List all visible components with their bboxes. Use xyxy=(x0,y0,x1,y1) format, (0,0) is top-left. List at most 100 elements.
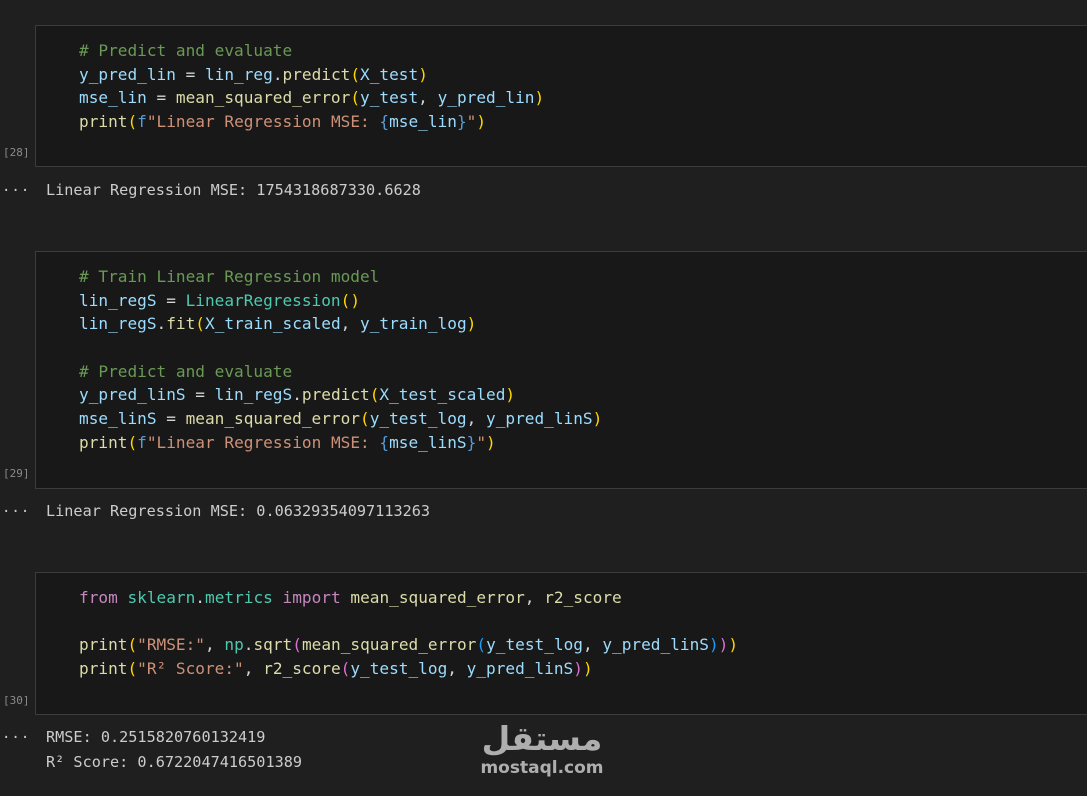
code-token: mse_linS xyxy=(389,432,467,452)
output-line: RMSE: 0.2515820760132419 xyxy=(46,728,266,746)
execution-count-29: [29] xyxy=(3,467,30,480)
code-token: f xyxy=(137,112,147,132)
mostaql-watermark: مستقل mostaql.com xyxy=(472,720,612,782)
code-token: print xyxy=(79,432,128,452)
code-line: # Predict and evaluate xyxy=(79,360,602,384)
code-token: ( xyxy=(127,635,138,655)
code-token: ( xyxy=(369,385,380,405)
code-editor-29[interactable]: # Train Linear Regression model lin_regS … xyxy=(79,265,602,455)
code-token: r2_score xyxy=(263,659,341,679)
code-token: () xyxy=(340,290,361,310)
code-token: lin_regS xyxy=(79,290,157,310)
code-token: print xyxy=(79,659,128,679)
code-token: "Linear Regression MSE: xyxy=(146,432,380,452)
code-token: y_train_log xyxy=(360,314,467,334)
code-token: X_train_scaled xyxy=(205,314,341,334)
code-token: . xyxy=(292,385,302,405)
cell-output-28: Linear Regression MSE: 1754318687330.662… xyxy=(46,178,421,203)
output-line: Linear Regression MSE: 1754318687330.662… xyxy=(46,181,421,199)
output-menu-icon[interactable]: ... xyxy=(2,500,30,516)
code-line: print("R² Score:", r2_score(y_test_log, … xyxy=(79,657,738,681)
execution-count-28: [28] xyxy=(3,146,30,159)
code-token: "R² Score:" xyxy=(137,659,244,679)
code-token: from xyxy=(79,588,118,607)
code-token: , xyxy=(447,659,467,679)
code-token: ) xyxy=(728,635,739,655)
code-token: , xyxy=(582,635,603,655)
code-token: } xyxy=(466,432,477,452)
code-token: predict xyxy=(282,64,351,84)
code-token: = xyxy=(146,88,176,108)
code-token: = xyxy=(175,64,205,84)
code-token: , xyxy=(524,588,545,607)
code-token: , xyxy=(243,659,264,679)
code-token: X_test xyxy=(360,64,419,84)
code-editor-30[interactable]: from sklearn.metrics import mean_squared… xyxy=(79,586,738,681)
code-token: ) xyxy=(418,64,428,84)
code-token: lin_regS xyxy=(79,314,157,334)
code-token: . xyxy=(195,588,205,607)
code-token: metrics xyxy=(205,588,273,607)
execution-count-30: [30] xyxy=(3,694,30,707)
code-token: y_pred_lin xyxy=(79,64,176,84)
code-line: from sklearn.metrics import mean_squared… xyxy=(79,586,738,610)
code-token: print xyxy=(79,635,128,655)
code-token: np xyxy=(224,635,244,655)
code-token: = xyxy=(185,385,215,405)
cell-output-29: Linear Regression MSE: 0.063293540971132… xyxy=(46,499,430,524)
code-token: ( xyxy=(476,635,487,655)
code-line: # Train Linear Regression model xyxy=(79,265,602,289)
code-token: = xyxy=(156,409,186,429)
code-token: y_pred_lin xyxy=(437,88,535,108)
code-line: mse_lin = mean_squared_error(y_test, y_p… xyxy=(79,86,544,110)
code-token: , xyxy=(340,314,361,334)
code-token: y_pred_linS xyxy=(486,409,593,429)
code-token: ) xyxy=(573,659,583,679)
code-token: print xyxy=(79,112,128,132)
code-line: lin_regS.fit(X_train_scaled, y_train_log… xyxy=(79,312,602,336)
output-menu-icon[interactable]: ... xyxy=(2,179,30,195)
code-token: ( xyxy=(195,314,205,334)
code-token: # Train Linear Regression model xyxy=(79,267,380,286)
code-token: mean_squared_error xyxy=(350,588,525,607)
code-editor-28[interactable]: # Predict and evaluate y_pred_lin = lin_r… xyxy=(79,39,544,134)
code-token: "Linear Regression MSE: xyxy=(146,112,380,132)
code-token: ) xyxy=(718,635,729,655)
watermark-latin-text: mostaql.com xyxy=(480,758,604,778)
code-token: fit xyxy=(166,314,196,334)
code-token: y_pred_linS xyxy=(79,385,186,405)
cell-output-30: RMSE: 0.2515820760132419 R² Score: 0.6722… xyxy=(46,725,302,774)
code-token: ( xyxy=(127,432,138,452)
code-token: ) xyxy=(505,385,516,405)
code-token: " xyxy=(476,432,487,452)
code-token: mse_lin xyxy=(389,112,457,132)
code-token: mse_linS xyxy=(79,409,157,429)
code-token: { xyxy=(379,432,390,452)
code-token: # Predict and evaluate xyxy=(79,41,293,60)
code-token: ( xyxy=(350,88,361,108)
output-menu-icon[interactable]: ... xyxy=(2,726,30,742)
code-token: sklearn xyxy=(127,588,196,607)
code-line: y_pred_linS = lin_regS.predict(X_test_sc… xyxy=(79,383,602,407)
code-token: r2_score xyxy=(544,588,622,607)
code-token: ) xyxy=(534,88,545,108)
code-line: mse_linS = mean_squared_error(y_test_log… xyxy=(79,407,602,431)
code-token: import xyxy=(282,588,341,607)
code-token: y_pred_linS xyxy=(466,659,574,679)
code-line: lin_regS = LinearRegression() xyxy=(79,289,602,313)
code-token: ( xyxy=(127,659,138,679)
code-token: ) xyxy=(486,432,496,452)
code-token: y_test_log xyxy=(369,409,467,429)
code-token: lin_regS xyxy=(214,385,293,405)
code-token: ) xyxy=(466,314,477,334)
code-token: LinearRegression xyxy=(185,290,341,310)
code-token: . xyxy=(272,64,283,84)
code-token: . xyxy=(156,314,167,334)
code-token: mean_squared_error xyxy=(301,635,477,655)
code-token: ( xyxy=(340,659,351,679)
code-token: # Predict and evaluate xyxy=(79,361,293,381)
